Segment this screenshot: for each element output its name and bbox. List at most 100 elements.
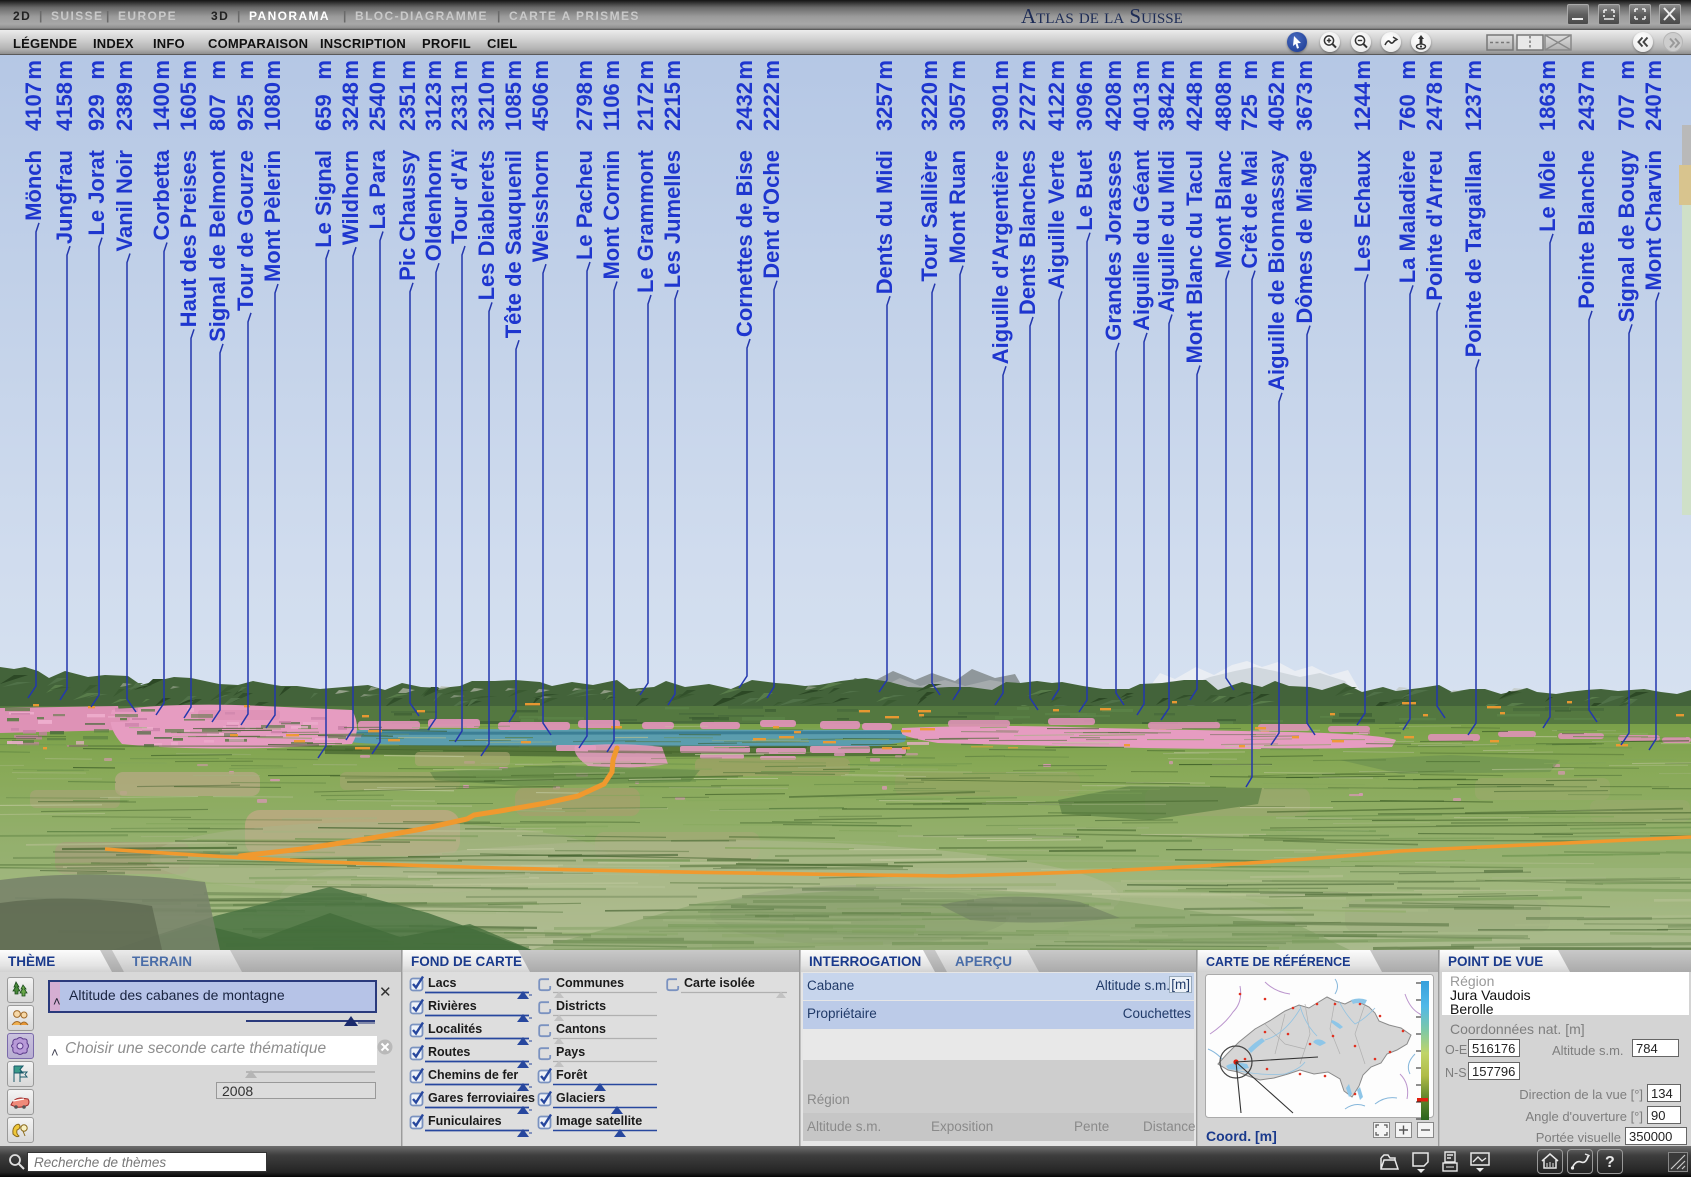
svg-text:925: 925 — [233, 94, 258, 131]
svg-text:2389: 2389 — [112, 82, 137, 131]
svg-text:Wildhorn: Wildhorn — [338, 150, 363, 245]
svg-text:m: m — [1422, 60, 1447, 80]
svg-text:Mont Pèlerin: Mont Pèlerin — [260, 150, 285, 282]
svg-text:760: 760 — [1395, 94, 1420, 131]
svg-text:m: m — [1614, 60, 1639, 80]
svg-text:Tour d'Aï: Tour d'Aï — [447, 149, 472, 244]
svg-text:Aiguille de Bionnassay: Aiguille de Bionnassay — [1264, 149, 1289, 391]
svg-text:1106: 1106 — [599, 83, 624, 131]
svg-text:3248: 3248 — [338, 82, 363, 131]
svg-text:m: m — [988, 60, 1013, 80]
svg-text:m: m — [1292, 60, 1317, 80]
svg-text:m: m — [872, 60, 897, 80]
svg-text:m: m — [599, 60, 624, 80]
svg-text:m: m — [501, 60, 526, 80]
svg-text:4208: 4208 — [1101, 82, 1126, 131]
svg-text:m: m — [205, 60, 230, 80]
svg-text:Pic Chaussy: Pic Chaussy — [395, 149, 420, 281]
svg-text:4122: 4122 — [1044, 82, 1069, 131]
svg-text:m: m — [633, 60, 658, 80]
svg-text:1400: 1400 — [149, 82, 174, 131]
svg-text:m: m — [474, 60, 499, 80]
svg-text:Le Grammont: Le Grammont — [633, 149, 658, 293]
svg-text:1605: 1605 — [176, 82, 201, 131]
svg-text:Les Diablerets: Les Diablerets — [474, 150, 499, 300]
svg-text:3257: 3257 — [872, 82, 897, 131]
svg-text:m: m — [1044, 60, 1069, 80]
svg-text:m: m — [365, 60, 390, 80]
svg-text:2407: 2407 — [1641, 82, 1666, 131]
svg-text:m: m — [1535, 60, 1560, 80]
svg-text:Weisshorn: Weisshorn — [528, 150, 553, 262]
svg-text:m: m — [112, 60, 137, 80]
svg-text:2540: 2540 — [365, 82, 390, 131]
svg-text:1085: 1085 — [501, 82, 526, 131]
svg-text:Le Jorat: Le Jorat — [84, 149, 109, 235]
svg-text:Le Buet: Le Buet — [1072, 149, 1097, 230]
svg-text:m: m — [945, 60, 970, 80]
svg-text:m: m — [1211, 60, 1236, 80]
svg-text:3901: 3901 — [988, 82, 1013, 131]
svg-text:Le Pacheu: Le Pacheu — [572, 150, 597, 260]
svg-text:Dent d'Oche: Dent d'Oche — [759, 150, 784, 279]
svg-text:m: m — [311, 60, 336, 80]
svg-text:m: m — [1072, 60, 1097, 80]
svg-text:m: m — [84, 60, 109, 80]
svg-text:m: m — [1101, 60, 1126, 80]
svg-text:2222: 2222 — [759, 82, 784, 131]
svg-text:La Maladière: La Maladière — [1395, 150, 1420, 283]
svg-text:Mönch: Mönch — [21, 150, 46, 221]
svg-text:2172: 2172 — [633, 82, 658, 131]
svg-text:m: m — [1237, 60, 1262, 80]
svg-text:3096: 3096 — [1072, 82, 1097, 131]
svg-text:m: m — [732, 60, 757, 80]
svg-text:m: m — [260, 60, 285, 80]
svg-text:m: m — [233, 60, 258, 80]
svg-text:2432: 2432 — [732, 82, 757, 131]
svg-text:m: m — [1015, 60, 1040, 80]
svg-text:m: m — [21, 60, 46, 80]
svg-text:4107: 4107 — [21, 82, 46, 131]
svg-text:2727: 2727 — [1015, 82, 1040, 131]
svg-text:Aiguille d'Argentière: Aiguille d'Argentière — [988, 150, 1013, 364]
svg-text:m: m — [1129, 60, 1154, 80]
svg-text:2331: 2331 — [447, 82, 472, 131]
svg-text:Pointe Blanche: Pointe Blanche — [1574, 150, 1599, 309]
svg-text:Corbetta: Corbetta — [149, 149, 174, 240]
svg-text:4808: 4808 — [1211, 82, 1236, 131]
svg-text:4158: 4158 — [52, 82, 77, 131]
svg-text:m: m — [52, 60, 77, 80]
svg-text:?: ? — [1605, 1154, 1615, 1171]
svg-text:2215: 2215 — [660, 82, 685, 131]
svg-text:1863: 1863 — [1535, 82, 1560, 131]
svg-text:4248: 4248 — [1182, 82, 1207, 131]
svg-text:Haut des Preises: Haut des Preises — [176, 150, 201, 327]
svg-text:m: m — [1574, 60, 1599, 80]
svg-text:Vanil Noir: Vanil Noir — [112, 150, 137, 252]
svg-text:Tour Sallière: Tour Sallière — [917, 150, 942, 282]
svg-text:707: 707 — [1614, 94, 1639, 131]
svg-text:m: m — [660, 60, 685, 80]
svg-text:Dômes de Miage: Dômes de Miage — [1292, 150, 1317, 324]
svg-text:m: m — [176, 60, 201, 80]
svg-text:4052: 4052 — [1264, 82, 1289, 131]
svg-text:3123: 3123 — [421, 82, 446, 131]
svg-text:Pointe de Targaillan: Pointe de Targaillan — [1461, 150, 1486, 357]
svg-text:Oldenhorn: Oldenhorn — [421, 150, 446, 261]
svg-text:m: m — [1641, 60, 1666, 80]
svg-text:2798: 2798 — [572, 82, 597, 131]
svg-text:3220: 3220 — [917, 82, 942, 131]
svg-text:4013: 4013 — [1129, 82, 1154, 131]
svg-text:Les Echaux: Les Echaux — [1350, 149, 1375, 272]
svg-text:m: m — [395, 60, 420, 80]
svg-text:Jungfrau: Jungfrau — [52, 150, 77, 244]
svg-text:2437: 2437 — [1574, 82, 1599, 131]
svg-text:Aiguille du Géant: Aiguille du Géant — [1129, 149, 1154, 331]
svg-text:4506: 4506 — [528, 82, 553, 131]
svg-text:Tour de Gourze: Tour de Gourze — [233, 150, 258, 311]
svg-text:m: m — [1461, 60, 1486, 80]
svg-text:3673: 3673 — [1292, 82, 1317, 131]
svg-text:2351: 2351 — [395, 82, 420, 131]
svg-text:Aiguille du Midi: Aiguille du Midi — [1154, 150, 1179, 313]
svg-text:1080: 1080 — [260, 82, 285, 131]
